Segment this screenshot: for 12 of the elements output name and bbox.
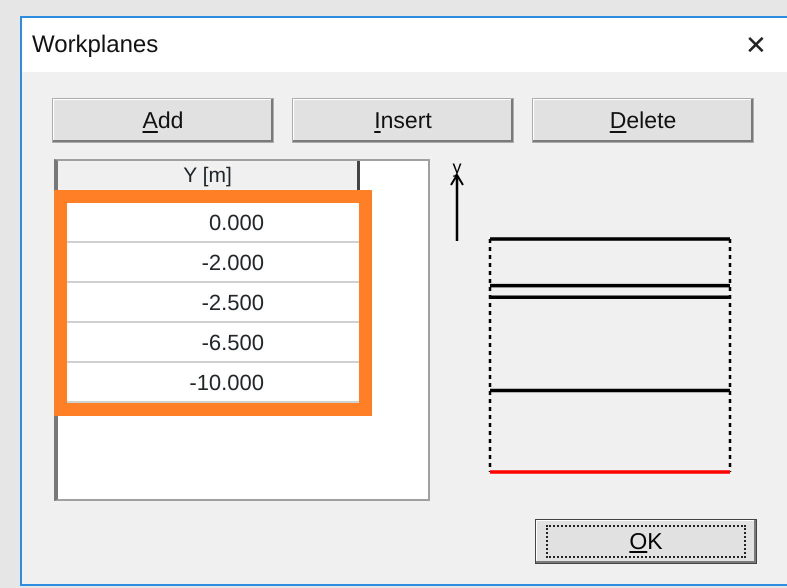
toolbar-button[interactable]: Delete xyxy=(532,98,754,143)
ok-button[interactable]: OK xyxy=(535,519,757,564)
table-cell[interactable]: -6.500 xyxy=(58,323,360,363)
window-title: Workplanes xyxy=(32,30,158,60)
table-cell[interactable]: -10.000 xyxy=(58,363,360,403)
table-cell[interactable]: -2.000 xyxy=(58,243,360,283)
table-cell[interactable]: 0.000 xyxy=(58,203,360,243)
toolbar-button[interactable]: Insert xyxy=(292,98,514,143)
table-cell[interactable]: -2.500 xyxy=(58,283,360,323)
toolbar-button[interactable]: Add xyxy=(52,98,274,143)
close-button[interactable]: ✕ xyxy=(737,32,775,58)
axis-label: y xyxy=(452,159,462,177)
